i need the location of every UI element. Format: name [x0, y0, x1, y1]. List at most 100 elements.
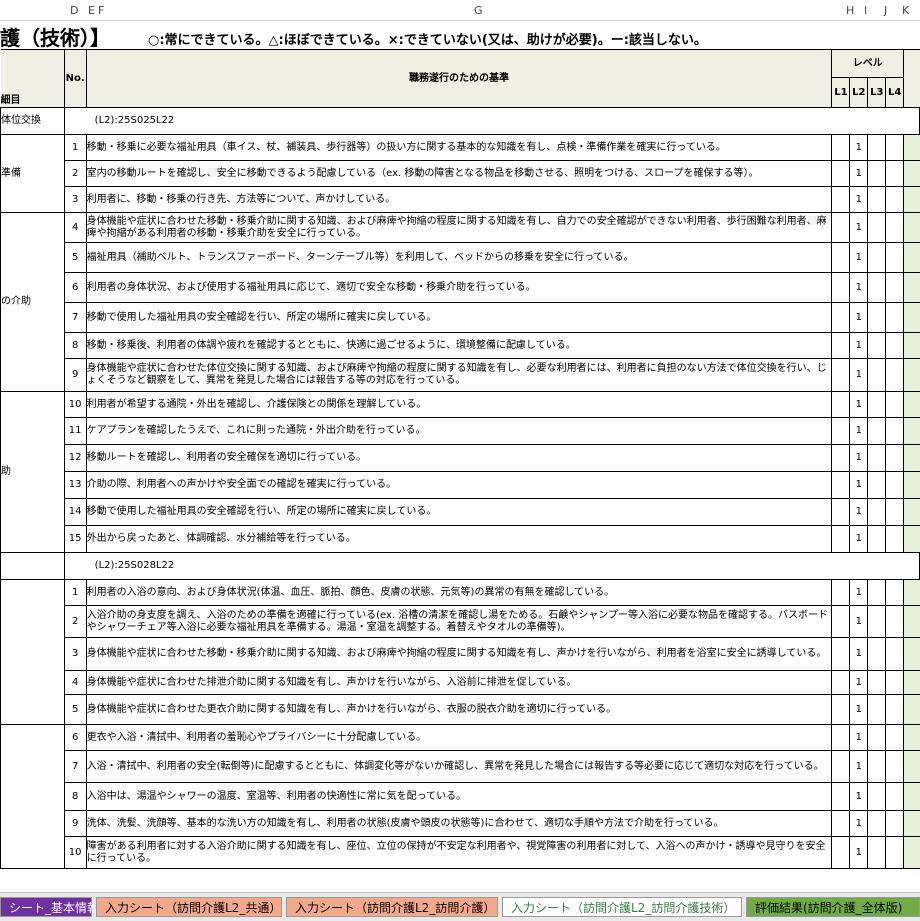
level-l4-cell[interactable]: [885, 694, 905, 725]
column-letter-d[interactable]: D: [70, 4, 78, 17]
level-l4-cell[interactable]: [885, 212, 905, 243]
level-l3-cell[interactable]: [867, 272, 887, 303]
level-l1-cell[interactable]: [831, 724, 851, 751]
level-l2-cell[interactable]: 1: [849, 579, 869, 606]
row-number[interactable]: 13: [63, 471, 87, 499]
column-letter-j[interactable]: J: [884, 4, 887, 17]
level-l3-cell[interactable]: [867, 417, 887, 445]
level-l3-cell[interactable]: [867, 810, 887, 837]
criteria-text[interactable]: 移動・移乗後、利用者の体調や疲れを確認するとともに、快適に過ごせるように、環境整…: [85, 332, 833, 359]
item-group-0-0[interactable]: 準備: [0, 134, 65, 213]
level-l2-cell[interactable]: 1: [849, 750, 869, 783]
level-l1-cell[interactable]: [831, 782, 851, 811]
sheet-title[interactable]: 護（技術）】: [0, 22, 110, 51]
level-l4-cell[interactable]: [885, 525, 905, 553]
criteria-text[interactable]: 福祉用具（補助ベルト、トランスファーボード、ターンテーブル等）を利用して、ベッド…: [85, 242, 833, 273]
level-l2-cell[interactable]: 1: [849, 332, 869, 359]
level-l3-cell[interactable]: [867, 579, 887, 606]
criteria-text[interactable]: 身体機能や症状に合わせた排泄介助に関する知識を有し、声かけを行いながら、入浴前に…: [85, 670, 833, 695]
level-extra-cell[interactable]: [903, 836, 920, 869]
level-extra-cell[interactable]: [903, 417, 920, 445]
level-l4-cell[interactable]: [885, 836, 905, 869]
criteria-text[interactable]: 利用者の入浴の意向、および身体状況(体温、血圧、脈拍、顔色、皮膚の状態、元気等)…: [85, 579, 833, 606]
level-extra-cell[interactable]: [903, 694, 920, 725]
header-level-l1[interactable]: L1: [831, 77, 851, 108]
level-l3-cell[interactable]: [867, 724, 887, 751]
level-l4-cell[interactable]: [885, 471, 905, 499]
header-level[interactable]: レベル: [831, 49, 905, 78]
row-number[interactable]: 6: [63, 724, 87, 751]
criteria-text[interactable]: 移動で使用した福祉用具の安全確認を行い、所定の場所に確実に戻している。: [85, 302, 833, 333]
criteria-text[interactable]: 室内の移動ルートを確認し、安全に移動できるよう配慮している（ex. 移動の障害と…: [85, 160, 833, 187]
level-l1-cell[interactable]: [831, 391, 851, 418]
row-number[interactable]: 15: [63, 525, 87, 553]
row-number[interactable]: 11: [63, 417, 87, 445]
row-number[interactable]: 3: [63, 186, 87, 213]
level-l2-cell[interactable]: 1: [849, 186, 869, 213]
level-extra-cell[interactable]: [903, 750, 920, 783]
row-number[interactable]: 4: [63, 212, 87, 243]
level-l4-cell[interactable]: [885, 810, 905, 837]
level-l2-cell[interactable]: 1: [849, 836, 869, 869]
level-l4-cell[interactable]: [885, 724, 905, 751]
row-number[interactable]: 14: [63, 498, 87, 526]
level-extra-cell[interactable]: [903, 302, 920, 333]
header-extra[interactable]: [903, 49, 920, 108]
level-l3-cell[interactable]: [867, 782, 887, 811]
level-l3-cell[interactable]: [867, 498, 887, 526]
level-l3-cell[interactable]: [867, 134, 887, 161]
level-l2-cell[interactable]: 1: [849, 272, 869, 303]
level-l4-cell[interactable]: [885, 750, 905, 783]
level-l3-cell[interactable]: [867, 186, 887, 213]
level-l3-cell[interactable]: [867, 525, 887, 553]
level-extra-cell[interactable]: [903, 332, 920, 359]
level-l3-cell[interactable]: [867, 302, 887, 333]
level-l4-cell[interactable]: [885, 579, 905, 606]
criteria-text[interactable]: 身体機能や症状に合わせた体位交換に関する知識、および麻痺や拘縮の程度に関する知識…: [85, 358, 833, 392]
level-l1-cell[interactable]: [831, 637, 851, 671]
criteria-text[interactable]: 利用者が希望する通院・外出を確認し、介護保険との関係を理解している。: [85, 391, 833, 418]
level-extra-cell[interactable]: [903, 358, 920, 392]
level-l1-cell[interactable]: [831, 302, 851, 333]
criteria-text[interactable]: 利用者に、移動・移乗の行き先、方法等について、声かけしている。: [85, 186, 833, 213]
level-l3-cell[interactable]: [867, 391, 887, 418]
level-l4-cell[interactable]: [885, 358, 905, 392]
level-l2-cell[interactable]: 1: [849, 724, 869, 751]
section-heading-1[interactable]: (L2):25S028L22: [63, 552, 920, 580]
level-l4-cell[interactable]: [885, 186, 905, 213]
level-l2-cell[interactable]: 1: [849, 134, 869, 161]
level-l4-cell[interactable]: [885, 637, 905, 671]
row-number[interactable]: 8: [63, 332, 87, 359]
criteria-text[interactable]: 身体機能や症状に合わせた更衣介助に関する知識を有し、声かけを行いながら、衣服の脱…: [85, 694, 833, 725]
level-l2-cell[interactable]: 1: [849, 670, 869, 695]
column-letter-i[interactable]: I: [864, 4, 867, 17]
header-criteria[interactable]: 職務遂行のための基準: [85, 49, 833, 108]
level-extra-cell[interactable]: [903, 212, 920, 243]
criteria-text[interactable]: 入浴介助の身支度を調え、入浴のための準備を適確に行っている(ex. 浴槽の清潔を…: [85, 605, 833, 638]
level-extra-cell[interactable]: [903, 579, 920, 606]
level-extra-cell[interactable]: [903, 525, 920, 553]
row-number[interactable]: 6: [63, 272, 87, 303]
row-number[interactable]: 1: [63, 579, 87, 606]
level-extra-cell[interactable]: [903, 444, 920, 472]
sheet-tab[interactable]: シート_基本情報: [0, 897, 99, 917]
criteria-text[interactable]: 洗体、洗髪、洗顔等、基本的な洗い方の知識を有し、利用者の状態(皮膚や頭皮の状態等…: [85, 810, 833, 837]
level-l3-cell[interactable]: [867, 694, 887, 725]
header-item[interactable]: 細目: [0, 49, 65, 108]
level-l4-cell[interactable]: [885, 134, 905, 161]
row-number[interactable]: 10: [63, 391, 87, 418]
level-l3-cell[interactable]: [867, 670, 887, 695]
level-extra-cell[interactable]: [903, 134, 920, 161]
level-l3-cell[interactable]: [867, 242, 887, 273]
level-l1-cell[interactable]: [831, 134, 851, 161]
level-l1-cell[interactable]: [831, 579, 851, 606]
level-extra-cell[interactable]: [903, 637, 920, 671]
level-l1-cell[interactable]: [831, 212, 851, 243]
level-extra-cell[interactable]: [903, 670, 920, 695]
column-letter-h[interactable]: H: [846, 4, 854, 17]
criteria-text[interactable]: 利用者の身体状況、および使用する福祉用具に応じて、適切で安全な移動・移乗介助を行…: [85, 272, 833, 303]
level-l3-cell[interactable]: [867, 332, 887, 359]
level-l4-cell[interactable]: [885, 391, 905, 418]
level-l3-cell[interactable]: [867, 750, 887, 783]
level-l4-cell[interactable]: [885, 605, 905, 638]
